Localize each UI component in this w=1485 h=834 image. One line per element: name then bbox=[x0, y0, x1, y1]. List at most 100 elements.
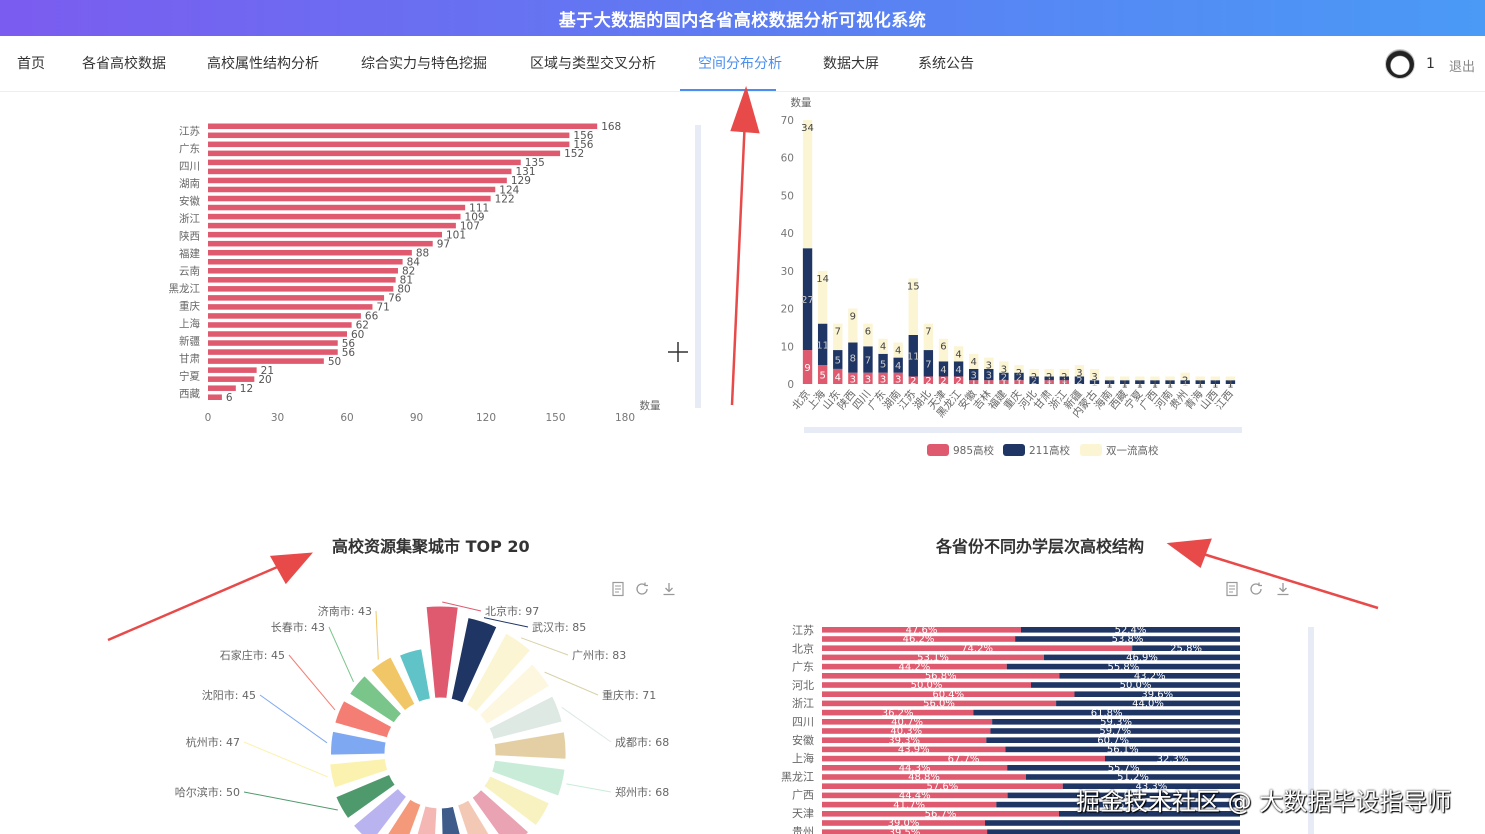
nav-item-cross-analysis[interactable]: 区域与类型交叉分析 bbox=[530, 36, 656, 92]
y-tick-label: 江苏 bbox=[792, 624, 814, 637]
segment-label: 32.3% bbox=[1157, 754, 1189, 765]
tier-stacked-bar-chart: 数量01020304050607092734北京51114上海457山东389陕… bbox=[781, 96, 1242, 457]
bar-value-label: 3 bbox=[1001, 364, 1007, 375]
y-tick-label: 福建 bbox=[179, 247, 200, 260]
nav-item-spatial-analysis[interactable]: 空间分布分析 bbox=[698, 36, 782, 92]
nav-item-home[interactable]: 首页 bbox=[17, 36, 45, 92]
y-tick-label: 四川 bbox=[179, 160, 200, 172]
bar bbox=[208, 186, 496, 193]
bar bbox=[208, 222, 456, 229]
y-tick-label: 黑龙江 bbox=[169, 282, 201, 295]
bar bbox=[208, 268, 398, 274]
bar-value-label: 2 bbox=[1031, 372, 1037, 383]
bar bbox=[208, 367, 257, 373]
segment-label: 56.1% bbox=[1107, 745, 1139, 756]
bar-value-label: 15 bbox=[907, 281, 920, 292]
x-tick-label: 0 bbox=[205, 412, 212, 424]
data-view-icon[interactable] bbox=[1224, 581, 1240, 597]
bar-value-label: 152 bbox=[564, 148, 584, 160]
download-icon[interactable] bbox=[1275, 581, 1291, 597]
label-leader-line bbox=[243, 741, 328, 778]
bar-value-label: 2 bbox=[1182, 376, 1188, 387]
slice-label: 广州市: 83 bbox=[572, 648, 626, 662]
bar bbox=[208, 249, 412, 256]
nav-item-strength-mining[interactable]: 综合实力与特色挖掘 bbox=[361, 36, 487, 92]
segment-label: 74.2% bbox=[961, 643, 993, 654]
y-tick-label: 60 bbox=[781, 153, 794, 165]
bar-value-label: 1 bbox=[1137, 379, 1143, 390]
bar bbox=[208, 231, 442, 238]
nav-item-attribute-analysis[interactable]: 高校属性结构分析 bbox=[207, 36, 319, 92]
slice-label: 石家庄市: 45 bbox=[220, 648, 285, 662]
bar-value-label: 3 bbox=[1076, 368, 1082, 379]
bar bbox=[208, 141, 570, 148]
logout-link[interactable]: 退出 bbox=[1449, 56, 1475, 75]
data-view-icon[interactable] bbox=[610, 581, 626, 597]
bar-value-label: 4 bbox=[971, 357, 977, 368]
legend-label: 985高校 bbox=[953, 444, 995, 457]
bar bbox=[208, 331, 347, 337]
data-zoom-slider bbox=[804, 427, 1242, 433]
bar-value-label: 6 bbox=[226, 392, 233, 404]
label-leader-line bbox=[288, 654, 336, 711]
download-icon[interactable] bbox=[661, 581, 677, 597]
arrow-right-head bbox=[1166, 538, 1212, 568]
segment-label: 56.7% bbox=[925, 809, 957, 820]
restore-icon[interactable] bbox=[1248, 581, 1264, 597]
bar bbox=[208, 159, 521, 166]
y-tick-label: 安徽 bbox=[792, 733, 814, 747]
bar-value-label: 14 bbox=[816, 274, 829, 285]
bar-value-label: 4 bbox=[955, 365, 961, 376]
bar-value-label: 6 bbox=[940, 342, 946, 353]
bar-value-label: 5 bbox=[835, 355, 841, 366]
bar-value-label: 3 bbox=[850, 374, 856, 385]
arrow-up-head bbox=[730, 85, 760, 134]
x-tick-label: 150 bbox=[545, 412, 565, 424]
bar-value-label: 11 bbox=[907, 352, 920, 363]
crosshair-cursor-icon bbox=[668, 342, 688, 362]
label-leader-line bbox=[544, 671, 599, 696]
nav-item-dashboard[interactable]: 数据大屏 bbox=[823, 36, 879, 92]
user-avatar[interactable] bbox=[1385, 49, 1415, 79]
data-zoom-slider bbox=[695, 125, 701, 408]
y-tick-label: 重庆 bbox=[179, 299, 200, 312]
y-axis-label: 数量 bbox=[791, 96, 812, 109]
legend-swatch bbox=[1003, 444, 1025, 456]
y-tick-label: 0 bbox=[787, 379, 794, 391]
bar-value-label: 9 bbox=[850, 312, 856, 323]
slice-label: 沈阳市: 45 bbox=[202, 688, 256, 702]
bar-value-label: 4 bbox=[880, 342, 886, 353]
bar-value-label: 4 bbox=[835, 372, 841, 383]
bar bbox=[208, 286, 394, 292]
y-tick-label: 广东 bbox=[179, 142, 200, 155]
y-tick-label: 陕西 bbox=[179, 229, 200, 242]
app-title: 基于大数据的国内各省高校数据分析可视化系统 bbox=[558, 10, 927, 31]
y-tick-label: 上海 bbox=[792, 751, 814, 765]
bar-value-label: 2 bbox=[1061, 372, 1067, 383]
nav-item-province-data[interactable]: 各省高校数据 bbox=[82, 36, 166, 92]
y-tick-label: 广东 bbox=[792, 661, 814, 674]
y-tick-label: 四川 bbox=[792, 716, 814, 729]
bar-value-label: 9 bbox=[804, 363, 810, 374]
restore-icon[interactable] bbox=[634, 581, 650, 597]
label-leader-line bbox=[566, 783, 612, 793]
y-tick-label: 30 bbox=[781, 266, 794, 278]
y-tick-label: 黑龙江 bbox=[781, 770, 814, 783]
label-leader-line bbox=[375, 610, 379, 660]
bar bbox=[208, 394, 222, 400]
slice-label: 郑州市: 68 bbox=[615, 785, 669, 799]
slice-label: 长春市: 43 bbox=[271, 620, 325, 634]
nav-item-announcements[interactable]: 系统公告 bbox=[918, 36, 974, 92]
user-name[interactable]: 1 bbox=[1426, 56, 1435, 72]
bar-value-label: 97 bbox=[437, 238, 450, 250]
y-tick-label: 50 bbox=[781, 190, 794, 202]
y-tick-label: 江苏 bbox=[179, 124, 200, 137]
y-tick-label: 70 bbox=[781, 115, 794, 127]
stacked-bar-segment bbox=[802, 120, 813, 249]
bar-value-label: 2 bbox=[925, 376, 931, 387]
y-tick-label: 20 bbox=[781, 304, 794, 316]
city-top20-title: 高校资源集聚城市 TOP 20 bbox=[332, 537, 530, 556]
label-leader-line bbox=[259, 694, 328, 744]
bar bbox=[208, 313, 361, 319]
bar-value-label: 4 bbox=[955, 349, 961, 360]
